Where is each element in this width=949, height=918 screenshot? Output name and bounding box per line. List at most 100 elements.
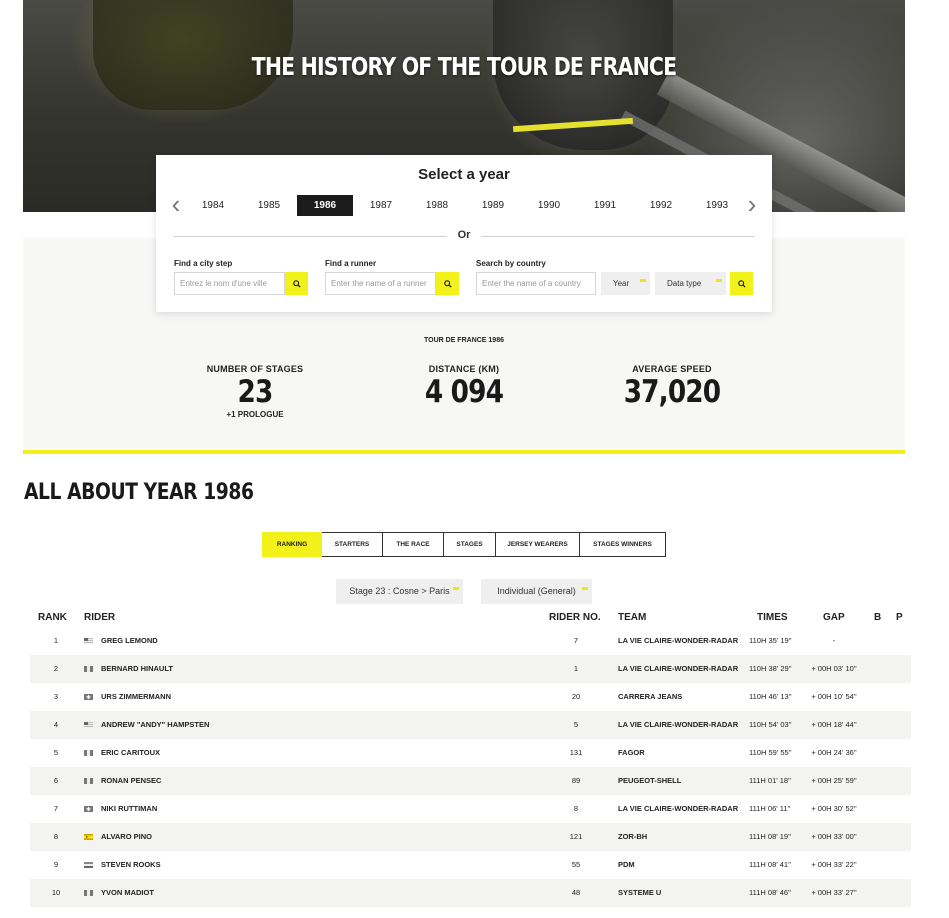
stage-filter-select[interactable]: Stage 23 : Cosne > Paris bbox=[336, 579, 463, 604]
year-option[interactable]: 1986 bbox=[297, 195, 353, 216]
time-cell: 110H 38' 29'' bbox=[749, 664, 792, 673]
year-option[interactable]: 1992 bbox=[633, 195, 689, 216]
chevron-down-icon bbox=[582, 587, 588, 590]
header-rank[interactable]: RANK bbox=[38, 612, 67, 623]
city-search-input[interactable]: Entrez le nom d'une ville bbox=[174, 272, 285, 295]
header-team[interactable]: TEAM bbox=[618, 612, 646, 623]
header-rider-no[interactable]: RIDER NO. bbox=[549, 612, 601, 623]
switzerland-flag-icon bbox=[84, 694, 93, 700]
rider-name-cell[interactable]: NIKI RUTTIMAN bbox=[101, 795, 157, 823]
header-p[interactable]: P bbox=[896, 612, 903, 623]
usa-flag-icon bbox=[84, 638, 93, 644]
country-search-input[interactable]: Enter the name of a country bbox=[476, 272, 596, 295]
rider-name-cell[interactable]: ERIC CARITOUX bbox=[101, 739, 160, 767]
time-cell: 111H 01' 18'' bbox=[749, 776, 791, 785]
team-cell: PDM bbox=[618, 860, 635, 869]
year-option[interactable]: 1991 bbox=[577, 195, 633, 216]
table-row[interactable]: 10 YVON MADIOT 48 SYSTEME U 111H 08' 46'' + 0… bbox=[30, 879, 911, 907]
year-option[interactable]: 1993 bbox=[689, 195, 745, 216]
rider-name-cell[interactable]: GREG LEMOND bbox=[101, 627, 158, 655]
stat-distance-value: 4 094 bbox=[424, 374, 504, 410]
ranking-type-select[interactable]: Individual (General) bbox=[481, 579, 592, 604]
runner-field-label: Find a runner bbox=[325, 259, 377, 268]
team-cell: LA VIE CLAIRE-WONDER-RADAR bbox=[618, 804, 739, 813]
rider-name-cell[interactable]: ANDREW "ANDY" HAMPSTEN bbox=[101, 711, 209, 739]
runner-search-button[interactable] bbox=[436, 272, 459, 295]
rank-cell: 2 bbox=[53, 664, 59, 673]
prev-years-arrow-icon[interactable]: ‹ bbox=[168, 191, 184, 217]
rank-cell: 4 bbox=[53, 720, 59, 729]
header-rider[interactable]: RIDER bbox=[84, 612, 115, 623]
chevron-down-icon bbox=[716, 279, 722, 282]
year-carousel: 1984 1985 1986 1987 1988 1989 1990 1991 1992 1993 bbox=[185, 195, 745, 216]
rider-name-cell[interactable]: YVON MADIOT bbox=[101, 879, 154, 907]
time-cell: 111H 08' 19'' bbox=[749, 832, 791, 841]
section-title: ALL ABOUT YEAR 1986 bbox=[24, 480, 254, 505]
time-cell: 111H 08' 46'' bbox=[749, 888, 791, 897]
team-cell: CARRERA JEANS bbox=[618, 692, 683, 701]
usa-flag-icon bbox=[84, 722, 93, 728]
rank-cell: 9 bbox=[53, 860, 59, 869]
city-field-label: Find a city step bbox=[174, 259, 233, 268]
tab-jersey-wearers[interactable]: JERSEY WEARERS bbox=[496, 532, 580, 557]
year-option[interactable]: 1985 bbox=[241, 195, 297, 216]
year-option[interactable]: 1989 bbox=[465, 195, 521, 216]
stat-speed: AVERAGE SPEED 37,020 bbox=[582, 364, 762, 410]
data-type-select-label: Data type bbox=[667, 279, 702, 288]
stat-stages-value: 23 bbox=[237, 374, 274, 410]
rank-cell: 3 bbox=[53, 692, 59, 701]
rank-cell: 6 bbox=[53, 776, 59, 785]
rider-name-cell[interactable]: URS ZIMMERMANN bbox=[101, 683, 171, 711]
netherlands-flag-icon bbox=[84, 862, 93, 868]
switzerland-flag-icon bbox=[84, 806, 93, 812]
gap-cell: + 00H 25' 59'' bbox=[811, 776, 857, 785]
tab-stages[interactable]: STAGES bbox=[444, 532, 496, 557]
table-row[interactable]: 6 RONAN PENSEC 89 PEUGEOT-SHELL 111H 01' 18'… bbox=[30, 767, 911, 795]
ranking-tabs: RANKING STARTERS THE RACE STAGES JERSEY WEAR… bbox=[262, 532, 666, 557]
city-search-button[interactable] bbox=[285, 272, 308, 295]
data-type-select[interactable]: Data type bbox=[655, 272, 726, 295]
france-flag-icon bbox=[84, 750, 93, 756]
year-option[interactable]: 1990 bbox=[521, 195, 577, 216]
next-years-arrow-icon[interactable]: › bbox=[744, 191, 760, 217]
runner-search-input[interactable]: Enter the name of a runner bbox=[325, 272, 436, 295]
rider-name-cell[interactable]: ALVARO PINO bbox=[101, 823, 152, 851]
tab-stages-winners[interactable]: STAGES WINNERS bbox=[580, 532, 666, 557]
country-search-button[interactable] bbox=[730, 272, 753, 295]
stats-divider bbox=[23, 450, 905, 454]
france-flag-icon bbox=[84, 666, 93, 672]
table-row[interactable]: 8 ALVARO PINO 121 ZOR-BH 111H 08' 19'' + 00H … bbox=[30, 823, 911, 851]
rider-number-cell: 131 bbox=[569, 748, 583, 757]
rider-number-cell: 20 bbox=[571, 692, 581, 701]
team-cell: ZOR-BH bbox=[618, 832, 648, 841]
time-cell: 111H 08' 41'' bbox=[749, 860, 791, 869]
table-row[interactable]: 7 NIKI RUTTIMAN 8 LA VIE CLAIRE-WONDER-RADA… bbox=[30, 795, 911, 823]
gap-cell: + 00H 03' 10'' bbox=[811, 664, 857, 673]
year-option[interactable]: 1988 bbox=[409, 195, 465, 216]
team-cell: LA VIE CLAIRE-WONDER-RADAR bbox=[618, 720, 739, 729]
header-b[interactable]: B bbox=[874, 612, 881, 623]
tab-starters[interactable]: STARTERS bbox=[322, 532, 383, 557]
chevron-down-icon bbox=[453, 587, 459, 590]
team-cell: LA VIE CLAIRE-WONDER-RADAR bbox=[618, 664, 739, 673]
header-times[interactable]: TIMES bbox=[757, 612, 788, 623]
rider-number-cell: 1 bbox=[573, 664, 579, 673]
tab-ranking[interactable]: RANKING bbox=[262, 532, 322, 557]
time-cell: 111H 06' 11'' bbox=[749, 804, 791, 813]
table-row[interactable]: 2 BERNARD HINAULT 1 LA VIE CLAIRE-WONDER-RA… bbox=[30, 655, 911, 683]
header-gap[interactable]: GAP bbox=[823, 612, 845, 623]
rider-name-cell[interactable]: STEVEN ROOKS bbox=[101, 851, 161, 879]
year-select[interactable]: Year bbox=[601, 272, 650, 295]
table-row[interactable]: 1 GREG LEMOND 7 LA VIE CLAIRE-WONDER-RADAR 1… bbox=[30, 627, 911, 655]
rider-name-cell[interactable]: RONAN PENSEC bbox=[101, 767, 161, 795]
table-row[interactable]: 4 ANDREW "ANDY" HAMPSTEN 5 LA VIE CLAIRE-WO… bbox=[30, 711, 911, 739]
select-year-title: Select a year bbox=[418, 166, 510, 183]
year-option[interactable]: 1984 bbox=[185, 195, 241, 216]
tab-the-race[interactable]: THE RACE bbox=[383, 532, 444, 557]
year-option[interactable]: 1987 bbox=[353, 195, 409, 216]
table-row[interactable]: 9 STEVEN ROOKS 55 PDM 111H 08' 41'' + 00H 33'… bbox=[30, 851, 911, 879]
table-row[interactable]: 5 ERIC CARITOUX 131 FAGOR 110H 59' 55'' + 00H… bbox=[30, 739, 911, 767]
rider-name-cell[interactable]: BERNARD HINAULT bbox=[101, 655, 173, 683]
hero-title: THE HISTORY OF THE TOUR DE FRANCE bbox=[251, 52, 678, 81]
table-row[interactable]: 3 URS ZIMMERMANN 20 CARRERA JEANS 110H 46' 1… bbox=[30, 683, 911, 711]
